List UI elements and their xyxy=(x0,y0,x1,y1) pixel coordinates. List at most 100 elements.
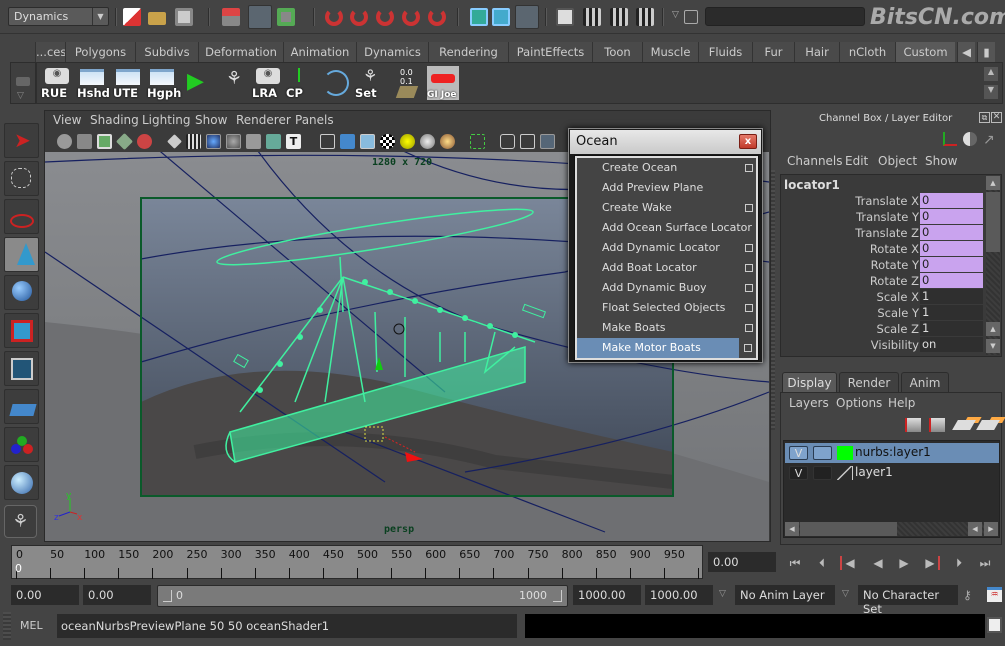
layer-hscrollbar[interactable]: ◀ ◀ ▶ xyxy=(785,522,998,536)
output-ops-icon[interactable] xyxy=(492,8,510,26)
step-back-frame-icon[interactable]: ◀ xyxy=(840,556,858,570)
shelf-tab-polygons[interactable]: Polygons xyxy=(65,42,135,62)
shelf-options[interactable]: ▽ xyxy=(10,62,36,104)
range-slider[interactable]: 0 1000 xyxy=(157,585,568,607)
shelf-tab-toon[interactable]: Toon xyxy=(592,42,642,62)
menu-show[interactable]: Show xyxy=(925,154,957,168)
step-back-key-icon[interactable]: ⏴ xyxy=(813,556,831,570)
channel-scrollbar[interactable]: ▲ ▲ ▼ xyxy=(986,176,1000,355)
high-quality-icon[interactable] xyxy=(440,134,455,149)
shelf-scroll-up-icon[interactable]: ▲ xyxy=(984,67,998,81)
film-gate-icon[interactable] xyxy=(186,134,201,149)
save-scene-icon[interactable] xyxy=(175,8,193,26)
menu-item-add-boat-locator[interactable]: Add Boat Locator xyxy=(577,258,757,278)
input-ops-icon[interactable] xyxy=(470,8,488,26)
tab-display[interactable]: Display xyxy=(782,372,837,392)
script-editor-icon[interactable] xyxy=(987,617,1002,633)
layer-row-nurbs-layer1[interactable]: V nurbs:layer1 xyxy=(785,443,999,463)
range-end-handle[interactable] xyxy=(553,590,562,602)
viewport-menu-renderer[interactable]: Renderer xyxy=(236,113,291,127)
channel-rotate-x[interactable]: Rotate X0 xyxy=(781,241,983,257)
channel-rotate-z[interactable]: Rotate Z0 xyxy=(781,273,983,289)
snap-grid-icon[interactable] xyxy=(325,8,343,26)
image-plane-icon[interactable] xyxy=(97,134,112,149)
template-toggle[interactable] xyxy=(813,446,832,460)
play-backward-icon[interactable]: ◀ xyxy=(869,556,887,570)
step-forward-key-icon[interactable]: ⏵ xyxy=(950,556,968,570)
option-box-icon[interactable] xyxy=(745,284,753,292)
render-frame-icon[interactable] xyxy=(583,8,601,26)
shelf-tab-dynamics[interactable]: Dynamics xyxy=(356,42,428,62)
tab-anim[interactable]: Anim xyxy=(901,372,949,392)
shelf-button-set[interactable]: ⚘ Set xyxy=(355,66,387,100)
scroll-up-icon[interactable]: ▲ xyxy=(986,322,1000,336)
playback-end-field[interactable]: 1000.00 xyxy=(573,585,641,605)
channel-translate-y[interactable]: Translate Y0 xyxy=(781,209,983,225)
move-layer-down-icon[interactable] xyxy=(929,418,945,432)
maya-logo-button[interactable]: ⚘ xyxy=(4,505,37,538)
shelf-trash-icon[interactable]: ▮ xyxy=(977,42,995,62)
camera-attributes-icon[interactable] xyxy=(57,134,72,149)
viewport-menu-shading[interactable]: Shading xyxy=(90,113,139,127)
animation-start-field[interactable]: 0.00 xyxy=(11,585,79,605)
current-time-field[interactable]: 0.00 xyxy=(708,552,776,572)
scroll-thumb[interactable] xyxy=(986,192,1000,252)
scroll-left-icon[interactable]: ◀ xyxy=(968,522,982,536)
menu-options[interactable]: Options xyxy=(836,396,882,410)
viewport-menu-view[interactable]: View xyxy=(53,113,81,127)
option-box-icon[interactable] xyxy=(744,344,752,352)
universal-manipulator[interactable] xyxy=(4,351,39,386)
viewport-menu-show[interactable]: Show xyxy=(195,113,227,127)
layer-editor-icon[interactable] xyxy=(963,132,977,146)
snap-curve-icon[interactable] xyxy=(350,8,368,26)
menu-item-add-dynamic-locator[interactable]: Add Dynamic Locator xyxy=(577,238,757,258)
shelf-button-ute[interactable]: UTE xyxy=(113,66,145,100)
viewport-menu-panels[interactable]: Panels xyxy=(295,113,334,127)
shelf-scroll-down-icon[interactable]: ▼ xyxy=(984,85,998,99)
grease-pencil-icon[interactable] xyxy=(137,134,152,149)
open-scene-icon[interactable] xyxy=(148,12,166,25)
scroll-up-icon[interactable]: ▲ xyxy=(986,176,1000,190)
option-box-icon[interactable] xyxy=(745,324,753,332)
shelf-tab-fluids[interactable]: Fluids xyxy=(698,42,752,62)
select-object-icon[interactable] xyxy=(248,5,272,29)
go-to-start-icon[interactable]: ⏮ xyxy=(786,556,804,570)
visibility-toggle[interactable]: V xyxy=(789,446,808,460)
shelf-tab-fur[interactable]: Fur xyxy=(752,42,794,62)
play-forward-icon[interactable]: ▶ xyxy=(895,556,913,570)
channel-rotate-y[interactable]: Rotate Y0 xyxy=(781,257,983,273)
render-settings-icon[interactable] xyxy=(636,8,654,26)
channel-box-icon[interactable] xyxy=(943,132,957,146)
shelf-button-uv[interactable]: 0.0 0.1 xyxy=(392,66,424,100)
shelf-tab-custom[interactable]: Custom xyxy=(895,42,955,62)
wireframe-on-shaded-icon[interactable] xyxy=(360,134,375,149)
menu-item-make-boats[interactable]: Make Boats xyxy=(577,318,757,338)
move-layer-up-icon[interactable] xyxy=(905,418,921,432)
snap-point-icon[interactable] xyxy=(376,8,394,26)
shelf-button-gijoe[interactable]: GI Joe xyxy=(427,66,459,100)
quick-selection-field[interactable] xyxy=(705,7,865,26)
rotate-tool[interactable] xyxy=(4,275,39,310)
xray-components-icon[interactable] xyxy=(540,134,555,149)
layer-color-swatch[interactable] xyxy=(837,446,853,460)
shelf-tab-painteffects[interactable]: PaintEffects xyxy=(508,42,592,62)
close-icon[interactable]: ✕ xyxy=(991,112,1002,123)
shadows-icon[interactable] xyxy=(420,134,435,149)
channel-visibility[interactable]: Visibility on xyxy=(781,337,983,353)
option-box-icon[interactable] xyxy=(745,204,753,212)
character-set-dropdown[interactable]: No Character Set xyxy=(858,585,958,616)
option-box-icon[interactable] xyxy=(745,164,753,172)
shelf-tab-subdivs[interactable]: Subdivs xyxy=(135,42,198,62)
chevron-down-icon[interactable]: ▽ xyxy=(719,589,726,599)
history-icon[interactable] xyxy=(515,5,539,29)
selection-input-icon[interactable] xyxy=(684,10,698,24)
select-component-icon[interactable] xyxy=(277,8,295,26)
go-to-end-icon[interactable]: ⏭ xyxy=(976,556,994,570)
tab-render[interactable]: Render xyxy=(839,372,899,392)
shelf-button-play[interactable]: ▶ xyxy=(183,66,215,100)
ipr-render-icon[interactable] xyxy=(610,8,628,26)
channel-scale-y[interactable]: Scale Y1 xyxy=(781,305,983,321)
range-start-handle[interactable] xyxy=(163,590,172,602)
shelf-button-hshd[interactable]: Hshd xyxy=(77,66,110,100)
shelf-menu-icon[interactable] xyxy=(16,77,30,86)
